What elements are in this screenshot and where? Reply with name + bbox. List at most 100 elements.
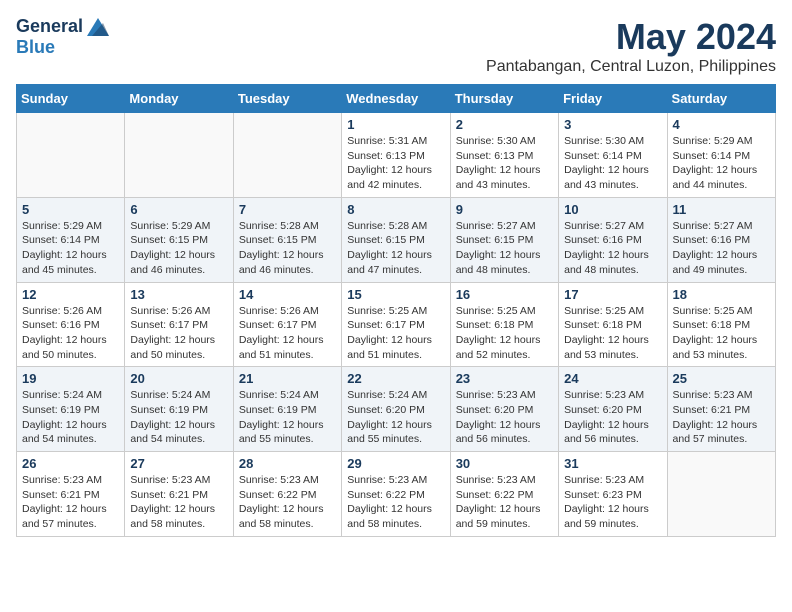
- day-number: 23: [456, 371, 553, 386]
- table-row: 30Sunrise: 5:23 AM Sunset: 6:22 PM Dayli…: [450, 452, 558, 537]
- day-info: Sunrise: 5:26 AM Sunset: 6:17 PM Dayligh…: [130, 304, 227, 363]
- day-number: 5: [22, 202, 119, 217]
- table-row: [667, 452, 775, 537]
- table-row: 22 Sunrise: 5:24 AM Sunset: 6:20 PM Dayli…: [342, 367, 450, 452]
- day-info: Sunrise: 5:23 AM Sunset: 6:21 PM Dayligh…: [130, 473, 227, 532]
- day-number: 10: [564, 202, 661, 217]
- table-row: 15 Sunrise: 5:25 AM Sunset: 6:17 PM Dayli…: [342, 282, 450, 367]
- day-number: 12: [22, 287, 119, 302]
- day-info: Sunrise: 5:23 AM Sunset: 6:23 PM Dayligh…: [564, 473, 661, 532]
- table-row: 3 Sunrise: 5:30 AM Sunset: 6:14 PM Daylig…: [559, 113, 667, 198]
- day-number: 20: [130, 371, 227, 386]
- day-number: 11: [673, 202, 770, 217]
- day-info: Sunrise: 5:27 AM Sunset: 6:15 PM Dayligh…: [456, 219, 553, 278]
- day-number: 13: [130, 287, 227, 302]
- day-number: 31: [564, 456, 661, 471]
- table-row: 26 Sunrise: 5:23 AM Sunset: 6:21 PM Dayli…: [17, 452, 125, 537]
- calendar-week-row: 1 Sunrise: 5:31 AM Sunset: 6:13 PM Daylig…: [17, 113, 776, 198]
- logo-blue-text: Blue: [16, 37, 55, 57]
- day-info: Sunrise: 5:29 AM Sunset: 6:14 PM Dayligh…: [673, 134, 770, 193]
- day-info: Sunrise: 5:31 AM Sunset: 6:13 PM Dayligh…: [347, 134, 444, 193]
- day-info: Sunrise: 5:25 AM Sunset: 6:18 PM Dayligh…: [673, 304, 770, 363]
- day-info: Sunrise: 5:24 AM Sunset: 6:19 PM Dayligh…: [130, 388, 227, 447]
- day-info: Sunrise: 5:27 AM Sunset: 6:16 PM Dayligh…: [564, 219, 661, 278]
- header-saturday: Saturday: [667, 85, 775, 113]
- day-number: 29: [347, 456, 444, 471]
- table-row: 6Sunrise: 5:29 AM Sunset: 6:15 PM Daylig…: [125, 197, 233, 282]
- table-row: 13 Sunrise: 5:26 AM Sunset: 6:17 PM Dayli…: [125, 282, 233, 367]
- header-friday: Friday: [559, 85, 667, 113]
- month-title: May 2024: [486, 16, 776, 58]
- table-row: 23 Sunrise: 5:23 AM Sunset: 6:20 PM Dayli…: [450, 367, 558, 452]
- day-info: Sunrise: 5:23 AM Sunset: 6:20 PM Dayligh…: [456, 388, 553, 447]
- header-wednesday: Wednesday: [342, 85, 450, 113]
- day-number: 15: [347, 287, 444, 302]
- day-number: 21: [239, 371, 336, 386]
- table-row: 28Sunrise: 5:23 AM Sunset: 6:22 PM Dayli…: [233, 452, 341, 537]
- day-number: 9: [456, 202, 553, 217]
- table-row: 9 Sunrise: 5:27 AM Sunset: 6:15 PM Daylig…: [450, 197, 558, 282]
- logo-general-text: General: [16, 16, 83, 37]
- day-number: 30: [456, 456, 553, 471]
- day-number: 4: [673, 117, 770, 132]
- day-number: 24: [564, 371, 661, 386]
- table-row: 24 Sunrise: 5:23 AM Sunset: 6:20 PM Dayli…: [559, 367, 667, 452]
- day-info: Sunrise: 5:24 AM Sunset: 6:20 PM Dayligh…: [347, 388, 444, 447]
- table-row: 21Sunrise: 5:24 AM Sunset: 6:19 PM Dayli…: [233, 367, 341, 452]
- day-info: Sunrise: 5:23 AM Sunset: 6:20 PM Dayligh…: [564, 388, 661, 447]
- day-info: Sunrise: 5:30 AM Sunset: 6:14 PM Dayligh…: [564, 134, 661, 193]
- day-number: 18: [673, 287, 770, 302]
- day-number: 3: [564, 117, 661, 132]
- calendar-week-row: 12 Sunrise: 5:26 AM Sunset: 6:16 PM Dayli…: [17, 282, 776, 367]
- day-info: Sunrise: 5:23 AM Sunset: 6:22 PM Dayligh…: [239, 473, 336, 532]
- table-row: 19 Sunrise: 5:24 AM Sunset: 6:19 PM Dayli…: [17, 367, 125, 452]
- table-row: 1 Sunrise: 5:31 AM Sunset: 6:13 PM Daylig…: [342, 113, 450, 198]
- day-info: Sunrise: 5:25 AM Sunset: 6:18 PM Dayligh…: [456, 304, 553, 363]
- table-row: [17, 113, 125, 198]
- table-row: 14Sunrise: 5:26 AM Sunset: 6:17 PM Dayli…: [233, 282, 341, 367]
- location-title: Pantabangan, Central Luzon, Philippines: [486, 58, 776, 76]
- table-row: 8Sunrise: 5:28 AM Sunset: 6:15 PM Daylig…: [342, 197, 450, 282]
- day-number: 26: [22, 456, 119, 471]
- calendar-week-row: 19 Sunrise: 5:24 AM Sunset: 6:19 PM Dayli…: [17, 367, 776, 452]
- table-row: [125, 113, 233, 198]
- table-row: 12 Sunrise: 5:26 AM Sunset: 6:16 PM Dayli…: [17, 282, 125, 367]
- day-info: Sunrise: 5:26 AM Sunset: 6:16 PM Dayligh…: [22, 304, 119, 363]
- calendar: Sunday Monday Tuesday Wednesday Thursday…: [16, 84, 776, 537]
- table-row: 18 Sunrise: 5:25 AM Sunset: 6:18 PM Dayli…: [667, 282, 775, 367]
- calendar-week-row: 5 Sunrise: 5:29 AM Sunset: 6:14 PM Daylig…: [17, 197, 776, 282]
- header-sunday: Sunday: [17, 85, 125, 113]
- day-info: Sunrise: 5:23 AM Sunset: 6:21 PM Dayligh…: [22, 473, 119, 532]
- table-row: 10 Sunrise: 5:27 AM Sunset: 6:16 PM Dayli…: [559, 197, 667, 282]
- table-row: 16Sunrise: 5:25 AM Sunset: 6:18 PM Dayli…: [450, 282, 558, 367]
- day-info: Sunrise: 5:27 AM Sunset: 6:16 PM Dayligh…: [673, 219, 770, 278]
- table-row: 7Sunrise: 5:28 AM Sunset: 6:15 PM Daylig…: [233, 197, 341, 282]
- day-number: 25: [673, 371, 770, 386]
- logo: General Blue: [16, 16, 109, 58]
- table-row: 17Sunrise: 5:25 AM Sunset: 6:18 PM Dayli…: [559, 282, 667, 367]
- day-number: 1: [347, 117, 444, 132]
- header-thursday: Thursday: [450, 85, 558, 113]
- table-row: 31 Sunrise: 5:23 AM Sunset: 6:23 PM Dayli…: [559, 452, 667, 537]
- day-number: 6: [130, 202, 227, 217]
- header: General Blue May 2024 Pantabangan, Centr…: [16, 16, 776, 76]
- table-row: 5 Sunrise: 5:29 AM Sunset: 6:14 PM Daylig…: [17, 197, 125, 282]
- day-number: 27: [130, 456, 227, 471]
- table-row: 27 Sunrise: 5:23 AM Sunset: 6:21 PM Dayli…: [125, 452, 233, 537]
- table-row: 20 Sunrise: 5:24 AM Sunset: 6:19 PM Dayli…: [125, 367, 233, 452]
- table-row: 11 Sunrise: 5:27 AM Sunset: 6:16 PM Dayli…: [667, 197, 775, 282]
- day-number: 22: [347, 371, 444, 386]
- day-info: Sunrise: 5:24 AM Sunset: 6:19 PM Dayligh…: [22, 388, 119, 447]
- day-info: Sunrise: 5:30 AM Sunset: 6:13 PM Dayligh…: [456, 134, 553, 193]
- day-number: 17: [564, 287, 661, 302]
- day-info: Sunrise: 5:23 AM Sunset: 6:22 PM Dayligh…: [347, 473, 444, 532]
- header-monday: Monday: [125, 85, 233, 113]
- calendar-header-row: Sunday Monday Tuesday Wednesday Thursday…: [17, 85, 776, 113]
- day-number: 7: [239, 202, 336, 217]
- day-info: Sunrise: 5:23 AM Sunset: 6:21 PM Dayligh…: [673, 388, 770, 447]
- day-info: Sunrise: 5:29 AM Sunset: 6:14 PM Dayligh…: [22, 219, 119, 278]
- day-number: 19: [22, 371, 119, 386]
- day-info: Sunrise: 5:25 AM Sunset: 6:17 PM Dayligh…: [347, 304, 444, 363]
- day-number: 8: [347, 202, 444, 217]
- calendar-week-row: 26 Sunrise: 5:23 AM Sunset: 6:21 PM Dayli…: [17, 452, 776, 537]
